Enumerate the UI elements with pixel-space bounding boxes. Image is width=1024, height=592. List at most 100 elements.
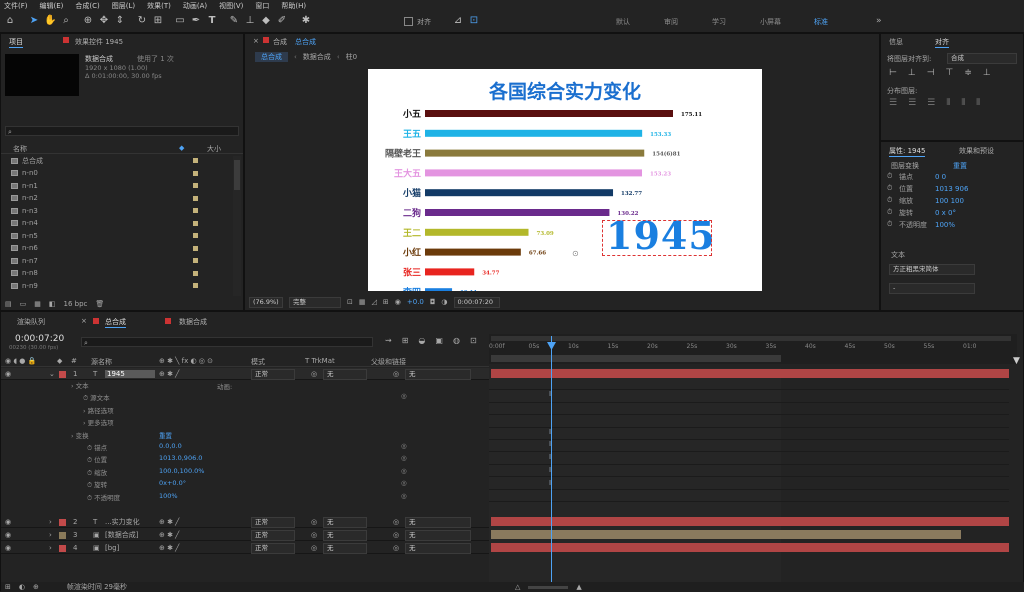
- stopwatch-icon[interactable]: ⏱: [887, 196, 899, 205]
- property-row[interactable]: › 文本: [71, 380, 471, 390]
- label-color-swatch[interactable]: [193, 270, 198, 276]
- toggle-switches-icon[interactable]: ⊞: [5, 583, 11, 591]
- timeline-close-icon[interactable]: ×: [81, 317, 87, 325]
- layer-row[interactable]: ◉ ⌄ 1 T 1945 ⊕ ✱ ╱ 正常 ◎ 无 ◎ 无: [1, 368, 489, 380]
- exposure-value[interactable]: +0.0: [407, 298, 424, 306]
- expand-icon[interactable]: ›: [49, 518, 52, 526]
- property-value[interactable]: 100.0,100.0%: [159, 467, 204, 475]
- zoom-tool-icon[interactable]: ⌕: [60, 15, 72, 27]
- crumb-main[interactable]: 总合成: [255, 52, 288, 62]
- parent-dropdown[interactable]: 无: [405, 543, 471, 554]
- parent-dropdown[interactable]: 无: [405, 517, 471, 528]
- project-scrollbar[interactable]: [233, 156, 241, 296]
- col-size[interactable]: 大小: [207, 144, 221, 154]
- label-color-swatch[interactable]: [193, 183, 198, 188]
- effects-controls-tab[interactable]: 效果控件 1945: [75, 37, 123, 47]
- pickwhip-icon[interactable]: ◎: [393, 544, 399, 552]
- property-row[interactable]: ⏱ 位置 1013.0,906.0 ◎: [87, 454, 487, 465]
- expression-icon[interactable]: ◎: [401, 467, 407, 475]
- property-value[interactable]: 100%: [159, 492, 178, 500]
- viewer-timecode[interactable]: 0:00:07:20: [453, 296, 500, 308]
- label-color-swatch[interactable]: [193, 158, 198, 163]
- layer-row[interactable]: ◉ › 2 T ...实力变化 ⊕ ✱ ╱ 正常 ◎ 无 ◎ 无: [1, 516, 489, 528]
- zoom-in-icon[interactable]: ▲: [576, 583, 581, 591]
- expression-icon[interactable]: ◎: [401, 479, 407, 487]
- layer-switches-icons[interactable]: ⊕ ✱ ╱: [159, 370, 179, 378]
- workspace-standard[interactable]: 标准: [814, 17, 828, 27]
- layer-label-color[interactable]: [59, 371, 66, 378]
- prop-value[interactable]: 0 0: [935, 173, 946, 181]
- timeline-tab-main[interactable]: 总合成: [105, 317, 126, 328]
- font-style-dropdown[interactable]: -: [889, 283, 975, 294]
- graph-editor-icon[interactable]: ⊡: [470, 336, 477, 345]
- property-row[interactable]: › 路径选项: [83, 405, 483, 415]
- label-color-swatch[interactable]: [193, 170, 198, 176]
- menu-view[interactable]: 视图(V): [219, 1, 243, 11]
- shy-icon[interactable]: ◒: [418, 336, 425, 345]
- comp-canvas[interactable]: 各国综合实力变化 小五 175.11 王五 153.33 隔壁老王 154(6)81 王大五…: [368, 69, 762, 291]
- info-tab[interactable]: 信息: [889, 37, 903, 47]
- hand-tool-icon[interactable]: ✋: [44, 15, 56, 27]
- layer-duration-bar[interactable]: [491, 517, 1009, 526]
- new-comp-icon[interactable]: ▦: [34, 300, 41, 308]
- property-row[interactable]: ⏱ 旋转 0x+0.0° ◎: [87, 479, 487, 490]
- transparency-grid-icon[interactable]: ▦: [359, 298, 366, 306]
- snap-edges-icon[interactable]: ⊿: [452, 15, 464, 27]
- label-color-swatch[interactable]: [193, 195, 198, 201]
- layer-duration-bar[interactable]: [491, 543, 1009, 552]
- snap-features-icon[interactable]: ⊡: [468, 15, 480, 27]
- comp-tab-label[interactable]: 合成: [273, 37, 287, 47]
- workspace-learn[interactable]: 学习: [712, 17, 726, 27]
- project-item[interactable]: n-n2: [1, 194, 231, 203]
- dist-right-icon[interactable]: ⦀: [976, 98, 980, 108]
- property-row[interactable]: › 变换 重置: [71, 430, 471, 440]
- project-tab[interactable]: 项目: [9, 37, 23, 48]
- effects-presets-tab[interactable]: 效果和预设: [959, 146, 994, 156]
- layer-name[interactable]: ...实力变化: [105, 517, 140, 527]
- project-settings-icon[interactable]: ◧: [49, 300, 56, 308]
- property-value[interactable]: 0.0,0.0: [159, 442, 182, 450]
- draft-3d-icon[interactable]: ⊞: [402, 336, 409, 345]
- animate-label[interactable]: 动画:: [217, 381, 232, 391]
- property-row[interactable]: › 更多选项: [83, 417, 483, 427]
- label-color-swatch[interactable]: [193, 208, 198, 213]
- layer-switches-icons[interactable]: ⊕ ✱ ╱: [159, 518, 179, 526]
- anchor-point-icon[interactable]: ⊙: [572, 249, 579, 258]
- trkmat-icon[interactable]: ◎: [311, 531, 317, 539]
- property-row[interactable]: ⏱ 源文本 ◎: [83, 392, 483, 403]
- layer-label-color[interactable]: [59, 532, 66, 539]
- align-hcenter-icon[interactable]: ⊥: [908, 68, 916, 78]
- zoom-out-icon[interactable]: △: [515, 583, 520, 591]
- bpc-label[interactable]: 16 bpc: [64, 300, 88, 308]
- layer-label-color[interactable]: [59, 519, 66, 526]
- layer-duration-bar[interactable]: [491, 369, 1009, 378]
- property-value[interactable]: 1013.0,906.0: [159, 454, 202, 462]
- layer-name[interactable]: [bg]: [105, 544, 119, 552]
- pen-tool-icon[interactable]: ✒: [190, 15, 202, 27]
- menu-file[interactable]: 文件(F): [4, 1, 28, 11]
- work-area-range[interactable]: [491, 355, 781, 362]
- trkmat-col[interactable]: T TrkMat: [305, 357, 335, 365]
- project-item[interactable]: n-n9: [1, 281, 231, 290]
- align-tab[interactable]: 对齐: [935, 37, 949, 48]
- project-item[interactable]: n-n1: [1, 181, 231, 190]
- snap-checkbox[interactable]: [404, 17, 413, 26]
- time-ruler[interactable]: 0:00f 05s 10s 15s 20s 25s 30s 35s 40s 45s 50s 55s 01…: [489, 334, 1017, 364]
- layer-duration-bar[interactable]: [491, 530, 961, 539]
- dist-bottom-icon[interactable]: ☰: [927, 98, 935, 108]
- menu-animation[interactable]: 动画(A): [183, 1, 207, 11]
- font-dropdown[interactable]: 方正粗黑宋简体: [889, 264, 975, 275]
- menu-composition[interactable]: 合成(C): [75, 1, 99, 11]
- project-item[interactable]: n-n5: [1, 231, 231, 240]
- toggle-modes-icon[interactable]: ◐: [19, 583, 25, 591]
- stopwatch-icon[interactable]: ⏱: [887, 208, 899, 217]
- eye-icon[interactable]: ◉: [5, 518, 11, 526]
- menu-help[interactable]: 帮助(H): [281, 1, 306, 11]
- zoom-slider[interactable]: [528, 585, 569, 589]
- interpret-footage-icon[interactable]: ▤: [5, 300, 12, 308]
- align-right-icon[interactable]: ⊣: [927, 68, 935, 78]
- prop-value[interactable]: 0 x 0°: [935, 209, 956, 217]
- more-workspaces-icon[interactable]: »: [876, 16, 882, 26]
- timeline-search-input[interactable]: ⌕: [81, 337, 373, 347]
- layer-name[interactable]: [数据合成]: [105, 530, 138, 540]
